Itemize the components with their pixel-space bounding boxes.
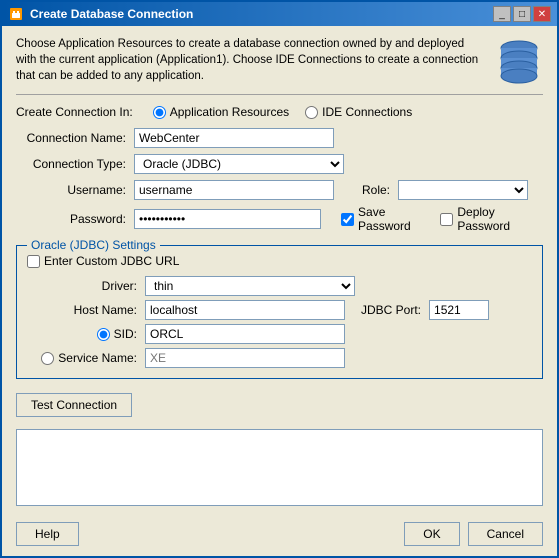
connection-name-row: Connection Name:	[16, 127, 543, 149]
save-password-group: Save Password	[341, 205, 434, 233]
main-window: Create Database Connection _ □ ✕ Choose …	[0, 0, 559, 558]
password-row: Password: Save Password Deploy Password	[16, 205, 543, 233]
custom-jdbc-row: Enter Custom JDBC URL	[27, 254, 532, 268]
connection-type-row: Connection Type: Oracle (JDBC) MySQL Pos…	[16, 153, 543, 175]
username-role-row: Username: Role: SYSDBA SYSOPER	[16, 179, 543, 201]
test-connection-row: Test Connection	[16, 387, 543, 417]
window-icon	[8, 6, 24, 22]
service-name-input[interactable]	[145, 348, 345, 368]
host-name-label: Host Name:	[27, 303, 137, 317]
dialog-content: Choose Application Resources to create a…	[2, 26, 557, 516]
oracle-settings-content: Enter Custom JDBC URL Driver: thin oci8 …	[27, 254, 532, 368]
sid-radio[interactable]	[97, 328, 110, 341]
save-password-label: Save Password	[358, 205, 434, 233]
application-resources-radio[interactable]	[153, 106, 166, 119]
ide-connections-group: IDE Connections	[305, 105, 412, 119]
role-select[interactable]: SYSDBA SYSOPER	[398, 180, 528, 200]
driver-label: Driver:	[27, 279, 137, 293]
sid-row: SID:	[27, 324, 532, 344]
oracle-settings-title: Oracle (JDBC) Settings	[27, 238, 160, 252]
jdbc-port-input[interactable]	[429, 300, 489, 320]
close-button[interactable]: ✕	[533, 6, 551, 22]
window-title: Create Database Connection	[30, 7, 193, 21]
username-input[interactable]	[134, 180, 334, 200]
bottom-bar: Help OK Cancel	[2, 516, 557, 556]
connection-name-input[interactable]	[134, 128, 334, 148]
app-resources-group: Application Resources	[153, 105, 289, 119]
create-connection-row: Create Connection In: Application Resour…	[16, 105, 543, 119]
application-resources-label: Application Resources	[170, 105, 289, 119]
help-button[interactable]: Help	[16, 522, 79, 546]
cancel-button[interactable]: Cancel	[468, 522, 543, 546]
database-icon	[495, 36, 543, 84]
minimize-button[interactable]: _	[493, 6, 511, 22]
connection-name-label: Connection Name:	[16, 131, 126, 145]
title-bar: Create Database Connection _ □ ✕	[2, 2, 557, 26]
password-label: Password:	[16, 212, 126, 226]
ok-button[interactable]: OK	[404, 522, 459, 546]
deploy-password-label: Deploy Password	[457, 205, 543, 233]
service-name-radio-label: Service Name:	[27, 351, 137, 365]
custom-jdbc-label: Enter Custom JDBC URL	[44, 254, 179, 268]
sid-input[interactable]	[145, 324, 345, 344]
custom-jdbc-checkbox[interactable]	[27, 255, 40, 268]
username-label: Username:	[16, 183, 126, 197]
service-name-row: Service Name:	[27, 348, 532, 368]
password-input[interactable]	[134, 209, 321, 229]
jdbc-port-label: JDBC Port:	[361, 303, 421, 317]
driver-row: Driver: thin oci8 oci	[27, 276, 532, 296]
log-area	[16, 429, 543, 506]
window-controls: _ □ ✕	[493, 6, 551, 22]
ide-connections-label: IDE Connections	[322, 105, 412, 119]
host-name-input[interactable]	[145, 300, 345, 320]
connection-form: Connection Name: Connection Type: Oracle…	[16, 127, 543, 233]
deploy-password-checkbox[interactable]	[440, 213, 453, 226]
driver-select[interactable]: thin oci8 oci	[145, 276, 355, 296]
service-name-radio[interactable]	[41, 352, 54, 365]
connection-type-label: Connection Type:	[16, 157, 126, 171]
intro-text: Choose Application Resources to create a…	[16, 36, 485, 84]
maximize-button[interactable]: □	[513, 6, 531, 22]
host-name-row: Host Name: JDBC Port:	[27, 300, 532, 320]
oracle-settings-section: Oracle (JDBC) Settings Enter Custom JDBC…	[16, 245, 543, 379]
ide-connections-radio[interactable]	[305, 106, 318, 119]
create-connection-label: Create Connection In:	[16, 105, 133, 119]
deploy-password-group: Deploy Password	[440, 205, 543, 233]
ok-cancel-group: OK Cancel	[404, 522, 543, 546]
divider-1	[16, 94, 543, 95]
test-connection-button[interactable]: Test Connection	[16, 393, 132, 417]
intro-section: Choose Application Resources to create a…	[16, 36, 543, 84]
sid-radio-label: SID:	[27, 327, 137, 341]
role-label: Role:	[362, 183, 390, 197]
save-password-checkbox[interactable]	[341, 213, 354, 226]
connection-type-select[interactable]: Oracle (JDBC) MySQL PostgreSQL	[134, 154, 344, 174]
